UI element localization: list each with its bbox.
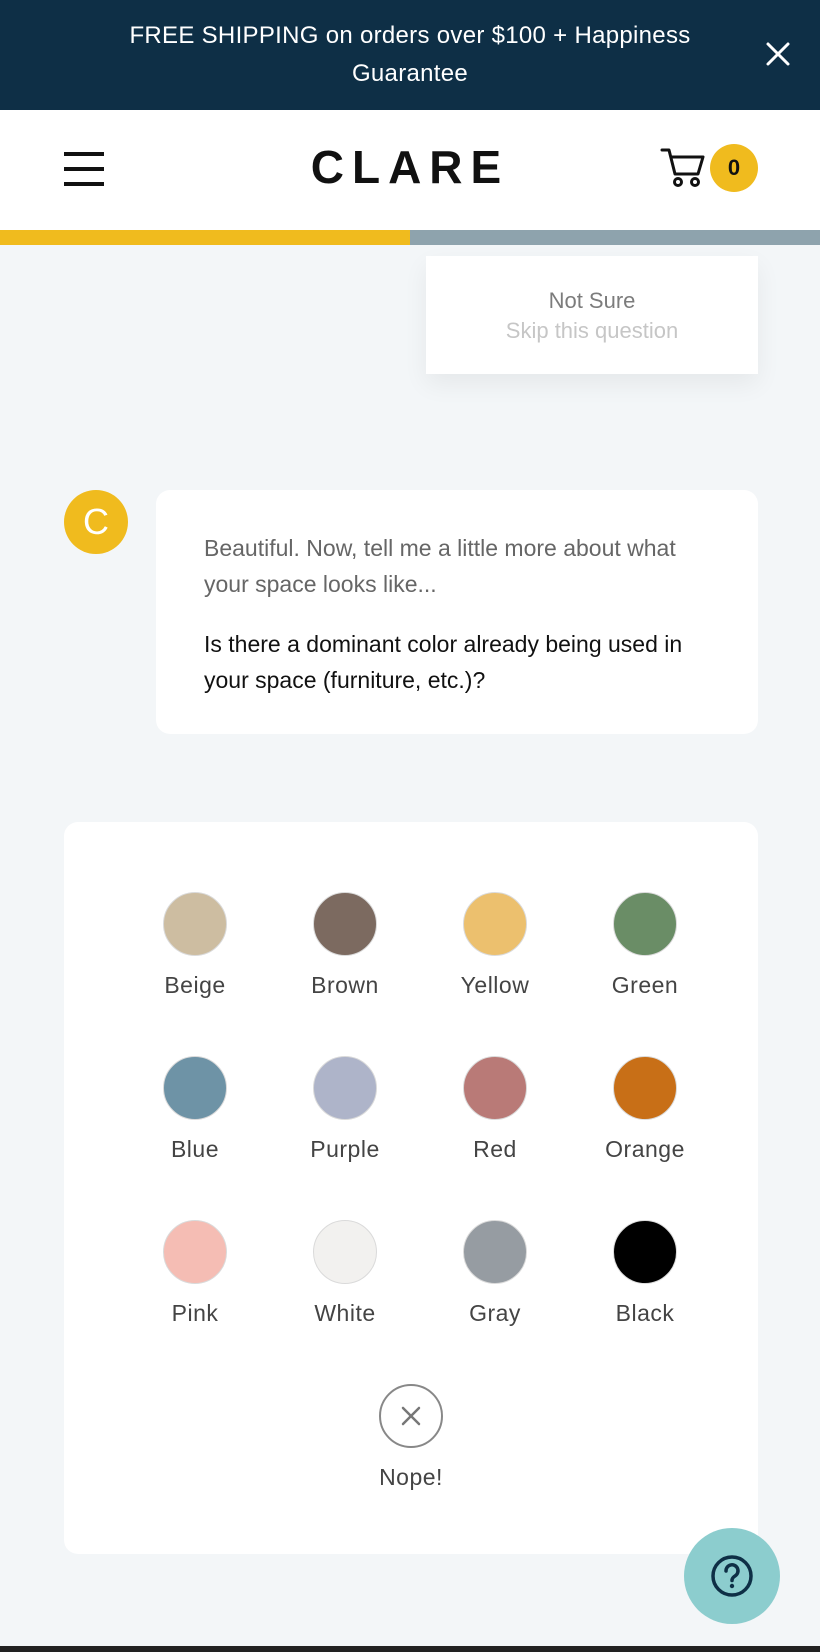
chat-question-text: Is there a dominant color already being …	[204, 631, 683, 693]
color-options-card: Beige Brown Yellow Green Blue Purple Red Orange…	[64, 822, 758, 1554]
skip-question-subtitle: Skip this question	[505, 318, 679, 343]
promo-banner-text: FREE SHIPPING on orders over $100 + Happ…	[129, 22, 691, 87]
promo-banner: FREE SHIPPING on orders over $100 + Happ…	[0, 0, 820, 110]
cart-count-badge: 0	[710, 144, 758, 192]
color-option-label: Pink	[171, 1300, 219, 1326]
color-option-pink[interactable]: Pink	[120, 1220, 270, 1384]
color-swatch	[163, 1220, 227, 1284]
help-button[interactable]	[684, 1528, 780, 1624]
color-option-label: Blue	[170, 1136, 220, 1162]
color-swatch	[613, 1056, 677, 1120]
color-option-beige[interactable]: Beige	[120, 892, 270, 1056]
nope-label: Nope!	[379, 1464, 443, 1490]
color-option-red[interactable]: Red	[420, 1056, 570, 1220]
color-option-black[interactable]: Black	[570, 1220, 720, 1384]
color-option-gray[interactable]: Gray	[420, 1220, 570, 1384]
color-option-yellow[interactable]: Yellow	[420, 892, 570, 1056]
color-option-label: Beige	[164, 972, 226, 998]
close-icon[interactable]	[762, 38, 794, 70]
color-option-label: Gray	[469, 1300, 521, 1326]
color-option-brown[interactable]: Brown	[270, 892, 420, 1056]
color-option-label: Red	[473, 1136, 517, 1162]
color-option-label: Yellow	[460, 972, 530, 998]
color-option-orange[interactable]: Orange	[570, 1056, 720, 1220]
color-option-blue[interactable]: Blue	[120, 1056, 270, 1220]
color-option-white[interactable]: White	[270, 1220, 420, 1384]
question-mark-icon	[711, 1555, 753, 1597]
color-option-purple[interactable]: Purple	[270, 1056, 420, 1220]
color-swatch	[613, 892, 677, 956]
cart-button[interactable]: 0	[660, 144, 760, 200]
color-option-label: Orange	[605, 1136, 685, 1162]
color-swatch	[463, 1056, 527, 1120]
not-sure-title: Not Sure	[548, 288, 636, 313]
color-option-label: Purple	[310, 1136, 380, 1162]
color-option-label: Black	[615, 1300, 675, 1326]
color-option-label: Green	[611, 972, 679, 998]
quiz-progress-fill	[0, 230, 410, 245]
color-swatch	[163, 892, 227, 956]
color-option-green[interactable]: Green	[570, 892, 720, 1056]
color-swatch	[313, 1220, 377, 1284]
x-icon	[379, 1384, 443, 1448]
quiz-progress-bar	[0, 230, 820, 245]
not-sure-skip-button[interactable]: Not Sure Skip this question	[426, 256, 758, 374]
color-option-label: Brown	[311, 972, 379, 998]
chat-message-bubble: Beautiful. Now, tell me a little more ab…	[156, 490, 758, 734]
nope-button[interactable]: Nope!	[351, 1384, 471, 1491]
chat-intro-text: Beautiful. Now, tell me a little more ab…	[204, 535, 676, 597]
assistant-avatar: C	[64, 490, 128, 554]
color-swatch-grid: Beige Brown Yellow Green Blue Purple Red Orange…	[120, 892, 720, 1384]
bottom-edge-bar	[0, 1646, 820, 1652]
color-swatch	[313, 1056, 377, 1120]
color-swatch	[463, 1220, 527, 1284]
cart-icon	[660, 146, 706, 190]
color-swatch	[313, 892, 377, 956]
color-swatch	[163, 1056, 227, 1120]
color-swatch	[613, 1220, 677, 1284]
color-swatch	[463, 892, 527, 956]
color-option-label: White	[314, 1300, 376, 1326]
site-header: CLARE 0	[0, 110, 820, 230]
